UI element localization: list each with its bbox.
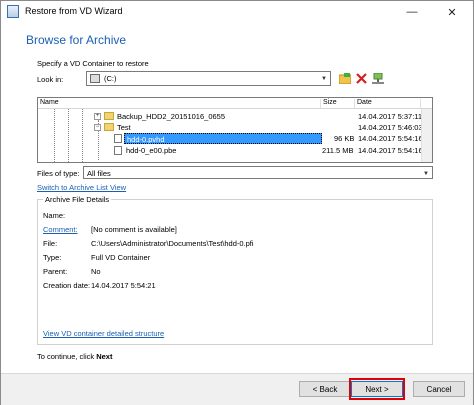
look-in-combo[interactable]: (C:) ▼ — [86, 71, 331, 86]
item-date: 14.04.2017 5:46:03 — [358, 123, 423, 132]
minimize-button[interactable]: — — [395, 1, 429, 23]
title-bar: Restore from VD Wizard — ✕ — [1, 1, 473, 23]
files-of-type-value: All files — [87, 169, 111, 178]
back-button[interactable]: < Back — [299, 381, 351, 397]
details-legend: Archive File Details — [43, 195, 112, 204]
list-header: Name Size Date — [38, 98, 432, 109]
item-name: hdd-0.pvhd — [124, 133, 322, 144]
instruction-text: Specify a VD Container to restore — [37, 59, 149, 68]
comment-link[interactable]: Comment: — [43, 225, 78, 234]
parent-value: No — [91, 267, 101, 276]
name-label: Name: — [43, 211, 66, 220]
app-icon — [7, 5, 19, 18]
continue-prefix: To continue, click — [37, 352, 97, 361]
view-structure-link[interactable]: View VD container detailed structure — [43, 329, 164, 338]
wizard-window: Restore from VD Wizard — ✕ Browse for Ar… — [0, 0, 474, 405]
list-item[interactable]: − Test 14.04.2017 5:46:03 — [38, 122, 432, 133]
item-date: 14.04.2017 5:37:11 — [358, 112, 423, 121]
item-date: 14.04.2017 5:54:16 — [358, 146, 423, 155]
expand-icon[interactable]: + — [94, 113, 101, 120]
list-item[interactable]: hdd-0_e00.pbe 211.5 MB 14.04.2017 5:54:1… — [38, 145, 432, 156]
files-of-type-label: Files of type: — [37, 169, 80, 178]
chevron-down-icon[interactable]: ▼ — [420, 167, 432, 180]
folder-icon — [104, 123, 114, 131]
column-name[interactable]: Name — [38, 99, 321, 108]
file-value: C:\Users\Administrator\Documents\Test\hd… — [91, 239, 254, 248]
creation-date-value: 14.04.2017 5:54:21 — [91, 281, 156, 290]
file-label: File: — [43, 239, 58, 248]
list-item-selected[interactable]: hdd-0.pvhd 96 KB 14.04.2017 5:54:16 — [38, 133, 432, 144]
look-in-label: Look in: — [37, 75, 64, 84]
item-name: Test — [117, 123, 131, 132]
item-date: 14.04.2017 5:54:16 — [358, 134, 423, 143]
column-date[interactable]: Date — [355, 99, 421, 108]
next-button-highlight — [349, 378, 405, 400]
continue-text: To continue, click Next — [37, 352, 112, 361]
close-button[interactable]: ✕ — [435, 1, 469, 23]
files-of-type-combo[interactable]: All files ▼ — [83, 166, 433, 179]
file-icon — [114, 134, 122, 143]
delete-icon[interactable] — [355, 72, 368, 85]
file-list[interactable]: Name Size Date + Backup_HDD2_20151016_06… — [37, 97, 433, 163]
network-icon[interactable] — [371, 72, 384, 85]
chevron-down-icon[interactable]: ▼ — [318, 72, 330, 85]
item-size: 96 KB — [334, 134, 355, 143]
page-title: Browse for Archive — [26, 33, 127, 47]
item-size: 211.5 MB — [322, 146, 354, 155]
item-name: hdd-0_e00.pbe — [126, 146, 177, 155]
comment-value: [No comment is available] — [91, 225, 177, 234]
collapse-icon[interactable]: − — [94, 124, 101, 131]
item-name: Backup_HDD2_20151016_0655 — [117, 112, 226, 121]
vertical-scrollbar[interactable] — [421, 109, 432, 162]
column-size[interactable]: Size — [321, 99, 355, 108]
cancel-button[interactable]: Cancel — [413, 381, 465, 397]
look-in-value: (C:) — [104, 74, 117, 83]
type-label: Type: — [43, 253, 62, 262]
window-title: Restore from VD Wizard — [25, 6, 123, 16]
creation-date-label: Creation date: — [43, 281, 91, 290]
parent-label: Parent: — [43, 267, 68, 276]
drive-icon — [90, 74, 100, 83]
file-icon — [114, 146, 122, 155]
type-value: Full VD Container — [91, 253, 151, 262]
continue-next-word: Next — [96, 352, 113, 361]
switch-view-link[interactable]: Switch to Archive List View — [37, 183, 126, 192]
list-item[interactable]: + Backup_HDD2_20151016_0655 14.04.2017 5… — [38, 111, 432, 122]
new-folder-icon[interactable] — [338, 72, 351, 85]
folder-icon — [104, 112, 114, 120]
